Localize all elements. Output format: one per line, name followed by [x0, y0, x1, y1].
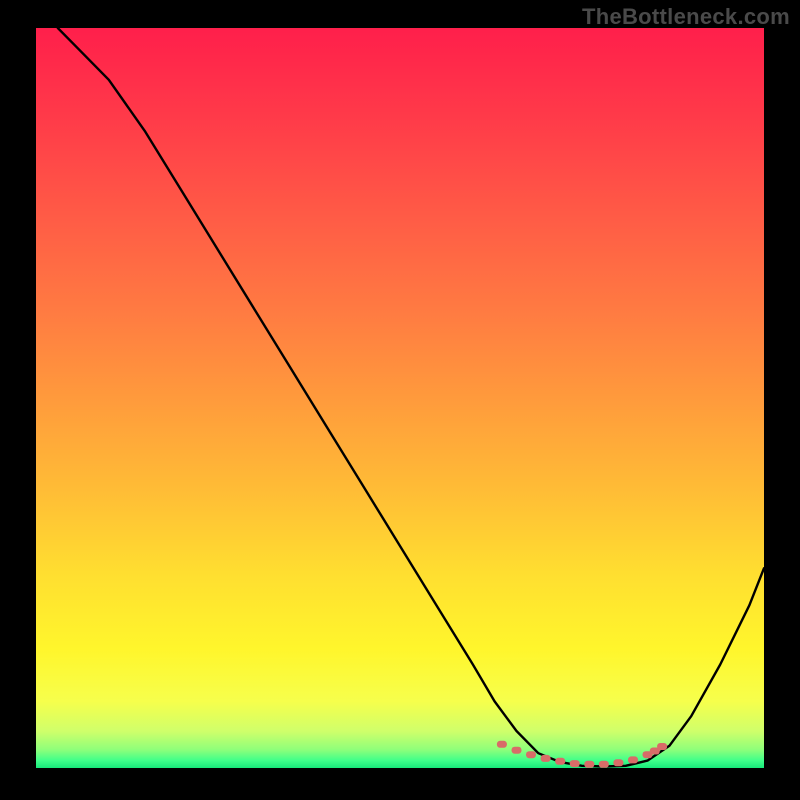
highlight-marker: [570, 760, 580, 767]
highlight-marker: [526, 751, 536, 758]
highlight-marker: [497, 741, 507, 748]
highlight-marker: [555, 758, 565, 765]
plot-area: [36, 28, 764, 768]
highlight-marker: [628, 756, 638, 763]
highlight-marker: [599, 761, 609, 768]
chart-frame: TheBottleneck.com: [0, 0, 800, 800]
highlight-marker: [584, 761, 594, 768]
highlight-marker: [657, 743, 667, 750]
highlight-marker: [613, 759, 623, 766]
chart-svg: [36, 28, 764, 768]
gradient-background: [36, 28, 764, 768]
highlight-marker: [541, 755, 551, 762]
watermark-text: TheBottleneck.com: [582, 4, 790, 30]
highlight-marker: [512, 747, 522, 754]
